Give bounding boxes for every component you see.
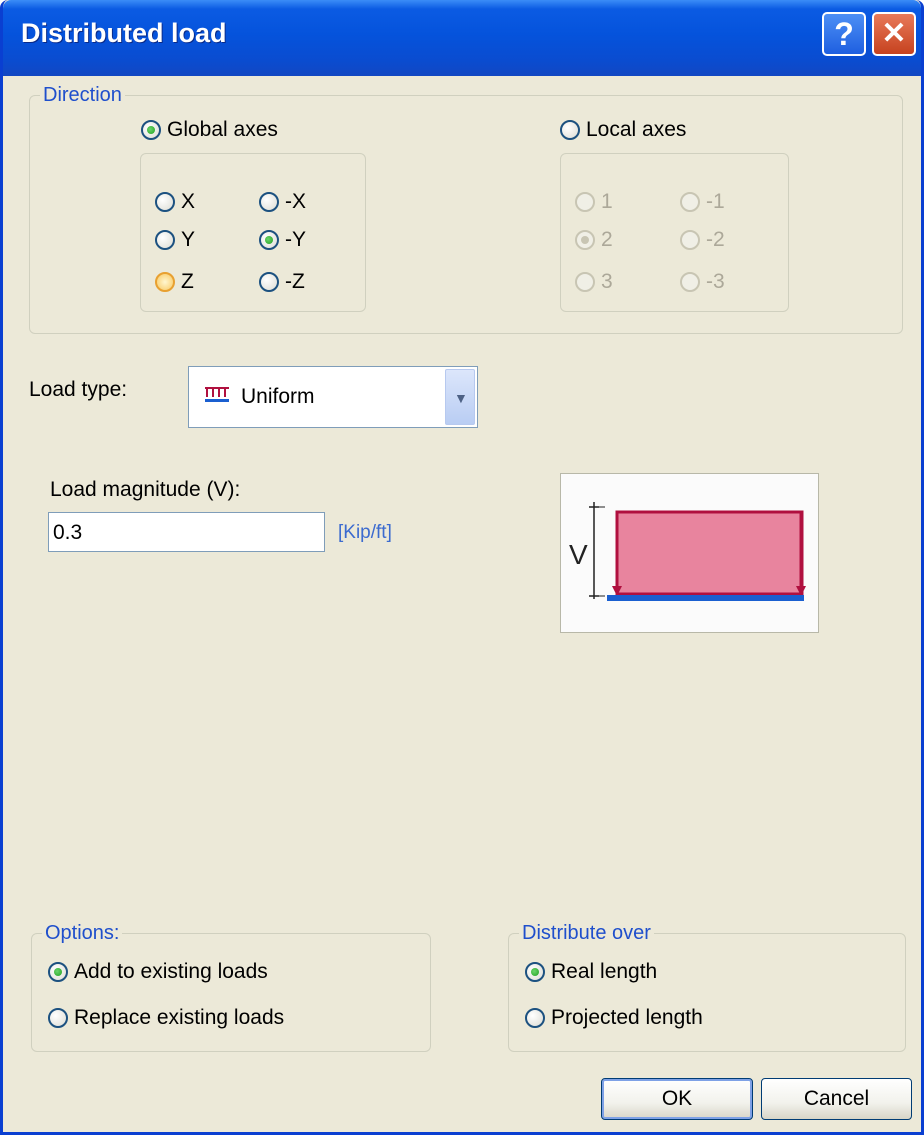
radio-circle <box>560 120 580 140</box>
radio-circle <box>525 962 545 982</box>
local-axis-2-label: 2 <box>601 228 613 251</box>
radio-circle <box>48 962 68 982</box>
radio-circle <box>680 230 700 250</box>
axis-z-radio[interactable]: Z <box>155 270 194 294</box>
radio-circle <box>575 272 595 292</box>
radio-circle <box>680 272 700 292</box>
title-bar[interactable]: Distributed load ? ✕ <box>3 0 921 76</box>
cancel-button[interactable]: Cancel <box>761 1078 912 1120</box>
local-axis-neg-3-radio[interactable]: -3 <box>680 270 725 294</box>
radio-circle <box>259 272 279 292</box>
local-axes-radio[interactable]: Local axes <box>560 118 686 142</box>
global-axes-label: Global axes <box>167 118 278 141</box>
options-legend: Options: <box>42 922 123 945</box>
add-to-existing-label: Add to existing loads <box>74 960 268 983</box>
distribute-over-legend: Distribute over <box>519 922 654 945</box>
projected-length-radio[interactable]: Projected length <box>525 1006 703 1030</box>
close-icon: ✕ <box>881 17 907 50</box>
axis-neg-y-radio[interactable]: -Y <box>259 228 306 252</box>
local-axis-3-radio[interactable]: 3 <box>575 270 613 294</box>
axis-neg-x-radio[interactable]: -X <box>259 190 306 214</box>
local-axes-label: Local axes <box>586 118 687 141</box>
axis-z-label: Z <box>181 270 194 293</box>
dialog-window: Distributed load ? ✕ Direction Global ax… <box>0 0 924 1135</box>
dialog-title: Distributed load <box>21 18 227 48</box>
axis-neg-z-radio[interactable]: -Z <box>259 270 305 294</box>
local-axis-3-label: 3 <box>601 270 613 293</box>
load-type-value: Uniform <box>241 385 315 408</box>
radio-circle <box>575 192 595 212</box>
radio-circle <box>259 192 279 212</box>
load-type-label: Load type: <box>29 378 128 401</box>
projected-length-label: Projected length <box>551 1006 703 1029</box>
options-group: Options: <box>31 922 431 1052</box>
load-type-select[interactable]: Uniform ▼ <box>188 366 478 428</box>
load-diagram: V <box>560 473 819 633</box>
local-axis-2-radio[interactable]: 2 <box>575 228 613 252</box>
ok-button[interactable]: OK <box>601 1078 753 1120</box>
replace-existing-radio[interactable]: Replace existing loads <box>48 1006 284 1030</box>
axis-neg-z-label: -Z <box>285 270 305 293</box>
question-icon: ? <box>834 16 854 52</box>
magnitude-unit-label: [Kip/ft] <box>338 522 392 543</box>
real-length-radio[interactable]: Real length <box>525 960 657 984</box>
help-button[interactable]: ? <box>822 12 866 56</box>
direction-legend: Direction <box>40 84 125 107</box>
local-axis-neg-1-radio[interactable]: -1 <box>680 190 725 214</box>
uniform-load-icon <box>205 387 229 402</box>
axis-neg-x-label: -X <box>285 190 306 213</box>
real-length-label: Real length <box>551 960 658 983</box>
chevron-down-icon: ▼ <box>454 390 468 406</box>
radio-circle <box>155 272 175 292</box>
local-axis-neg-3-label: -3 <box>706 270 725 293</box>
radio-circle <box>525 1008 545 1028</box>
distribute-over-group: Distribute over <box>508 922 906 1052</box>
radio-circle <box>48 1008 68 1028</box>
close-button[interactable]: ✕ <box>872 12 916 56</box>
axis-y-radio[interactable]: Y <box>155 228 195 252</box>
radio-circle <box>680 192 700 212</box>
radio-circle <box>155 230 175 250</box>
load-magnitude-label: Load magnitude (V): <box>50 478 241 501</box>
add-to-existing-radio[interactable]: Add to existing loads <box>48 960 268 984</box>
load-magnitude-input[interactable]: 0.3 <box>48 512 325 552</box>
local-axis-1-radio[interactable]: 1 <box>575 190 613 214</box>
local-axis-neg-2-label: -2 <box>706 228 725 251</box>
magnitude-symbol: V <box>569 539 588 570</box>
local-axis-1-label: 1 <box>601 190 613 213</box>
axis-x-label: X <box>181 190 196 213</box>
local-axis-neg-2-radio[interactable]: -2 <box>680 228 725 252</box>
axis-y-label: Y <box>181 228 196 251</box>
dropdown-arrow-button[interactable]: ▼ <box>445 369 475 425</box>
local-axis-neg-1-label: -1 <box>706 190 725 213</box>
uniform-load-diagram: V <box>569 502 806 601</box>
radio-circle <box>259 230 279 250</box>
radio-circle <box>141 120 161 140</box>
axis-neg-y-label: -Y <box>285 228 306 251</box>
radio-circle <box>575 230 595 250</box>
radio-circle <box>155 192 175 212</box>
axis-x-radio[interactable]: X <box>155 190 195 214</box>
replace-existing-label: Replace existing loads <box>74 1006 285 1029</box>
global-axes-radio[interactable]: Global axes <box>141 118 278 142</box>
